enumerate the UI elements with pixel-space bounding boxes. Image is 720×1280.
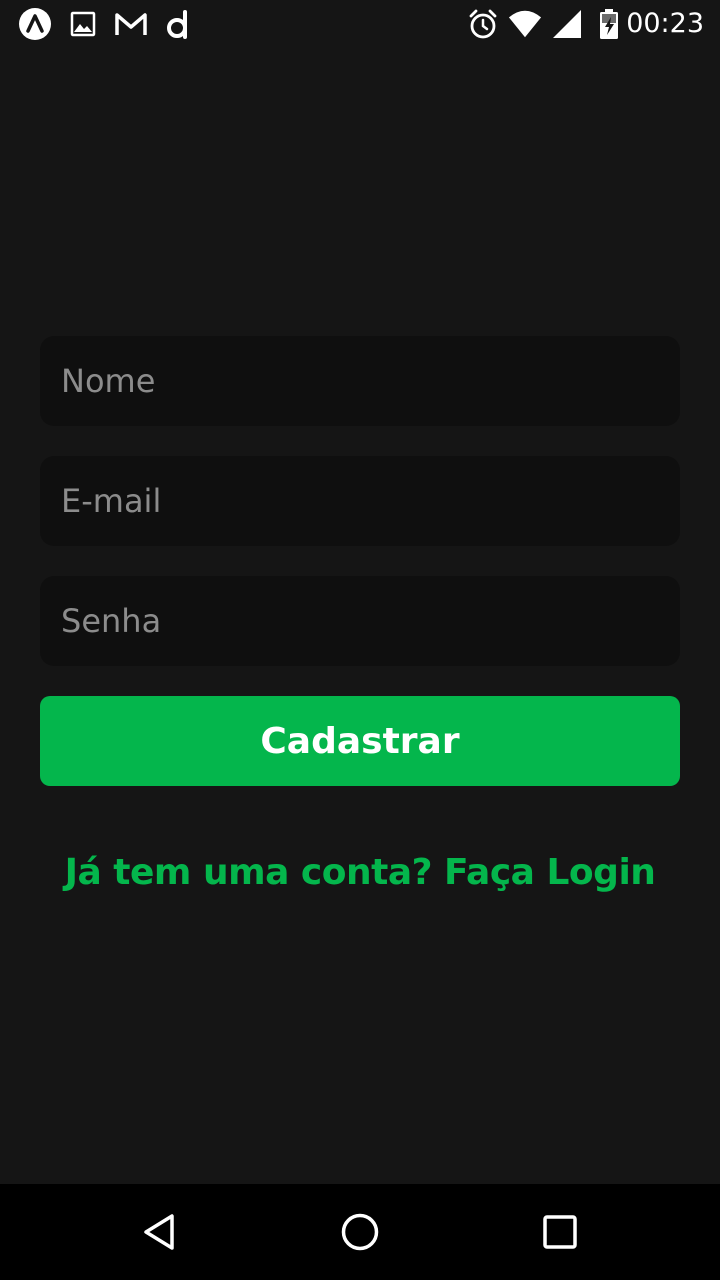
- signup-screen: 00:23 Cadastrar Já tem uma conta? Faça L…: [0, 0, 720, 1280]
- name-field[interactable]: [40, 336, 680, 426]
- wifi-icon: [508, 7, 542, 41]
- alarm-icon: [466, 7, 500, 41]
- signup-form: Cadastrar: [40, 336, 680, 786]
- email-field[interactable]: [40, 456, 680, 546]
- status-bar: 00:23: [0, 0, 720, 48]
- signup-button[interactable]: Cadastrar: [40, 696, 680, 786]
- home-icon[interactable]: [330, 1202, 390, 1262]
- login-link[interactable]: Já tem uma conta? Faça Login: [0, 846, 720, 900]
- app-a-icon: [18, 7, 52, 41]
- image-icon: [66, 7, 100, 41]
- d-app-icon: [162, 7, 196, 41]
- battery-charging-icon: [592, 7, 626, 41]
- back-icon[interactable]: [130, 1202, 190, 1262]
- gmail-icon: [114, 7, 148, 41]
- signal-icon: [550, 7, 584, 41]
- recents-icon[interactable]: [530, 1202, 590, 1262]
- clock-time: 00:23: [626, 8, 704, 39]
- navigation-bar: [0, 1184, 720, 1280]
- password-field[interactable]: [40, 576, 680, 666]
